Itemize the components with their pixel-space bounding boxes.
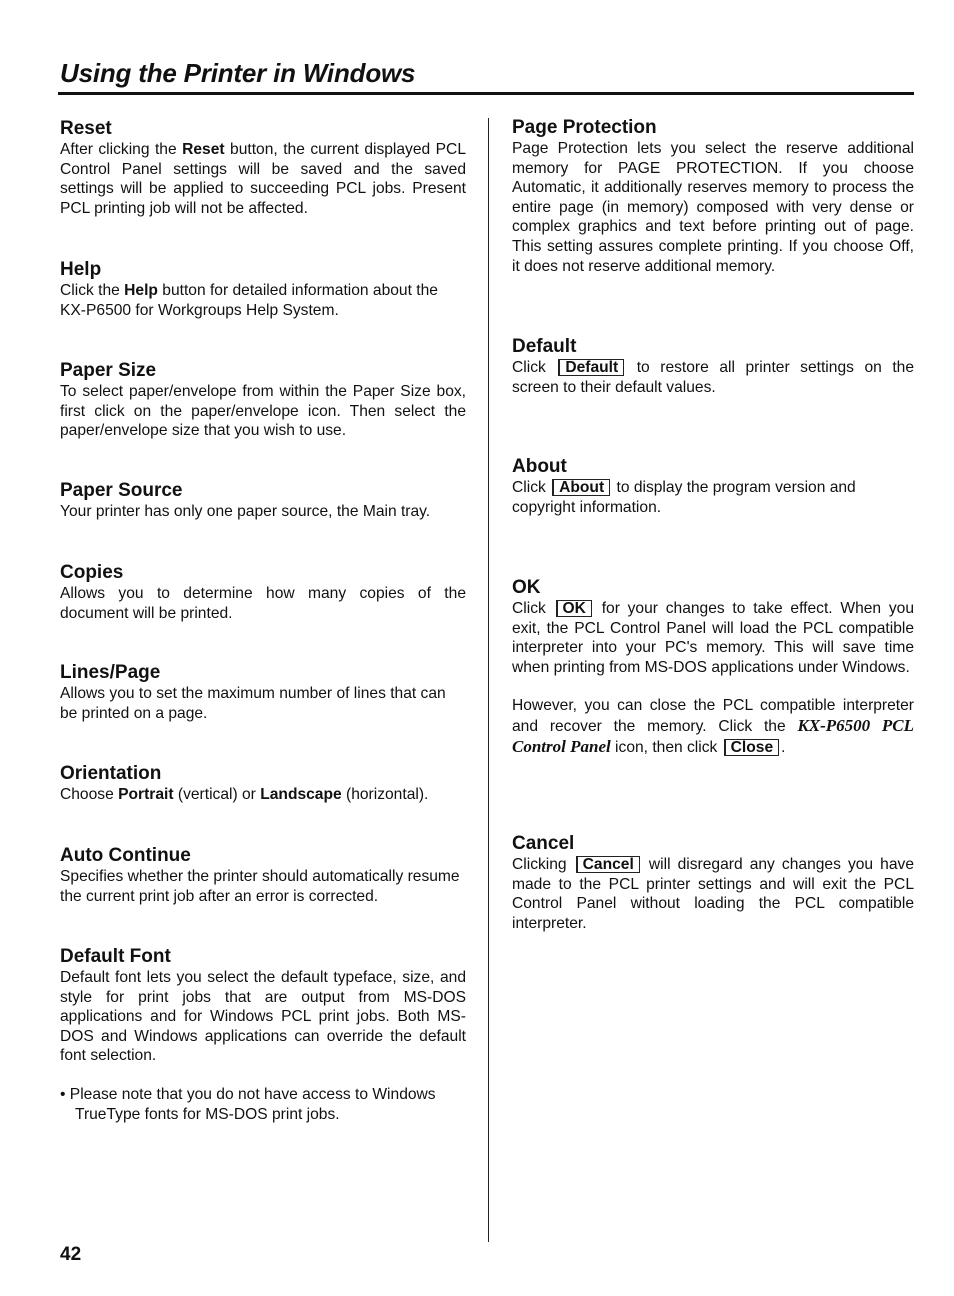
text: (horizontal).	[341, 786, 429, 803]
section-body: Allows you to determine how many copies …	[60, 585, 466, 622]
title-rule	[58, 92, 914, 95]
text: Clicking	[512, 856, 574, 873]
section-body: Page Protection lets you select the rese…	[512, 140, 914, 275]
text: (vertical) or	[173, 786, 261, 803]
section-reset: Reset After clicking the Reset button, t…	[60, 118, 466, 218]
text: Click	[512, 600, 554, 617]
section-heading: Paper Source	[60, 480, 183, 501]
section-heading: Default	[512, 336, 577, 357]
bullet-note: • Please note that you do not have acces…	[60, 1085, 436, 1123]
text: Click	[512, 479, 551, 496]
text: icon, then click	[610, 738, 722, 756]
section-default: Default Click Default to restore all pri…	[512, 336, 914, 397]
text: After clicking the	[60, 141, 183, 158]
section-orientation: Orientation Choose Portrait (vertical) o…	[60, 763, 466, 805]
section-paper-size: Paper Size To select paper/envelope from…	[60, 360, 466, 441]
ok-button: OK	[555, 600, 592, 617]
section-default-font: Default Font Default font lets you selec…	[60, 946, 466, 1124]
section-body: Clicking Cancel will disregard any chang…	[512, 855, 914, 933]
column-divider	[488, 118, 489, 1242]
section-heading: Orientation	[60, 763, 162, 784]
about-button: About	[552, 479, 611, 496]
section-heading: Page Protection	[512, 117, 657, 138]
section-heading: Reset	[60, 118, 112, 139]
text: Choose	[60, 786, 119, 803]
close-button: Close	[723, 738, 780, 756]
section-body: Choose Portrait (vertical) or Landscape …	[60, 785, 466, 805]
section-body-2: However, you can close the PCL compatibl…	[512, 696, 914, 757]
section-body: After clicking the Reset button, the cur…	[60, 140, 466, 218]
bold-term: Portrait	[118, 786, 174, 803]
section-heading: About	[512, 456, 567, 477]
section-help: Help Click the Help button for detailed …	[60, 259, 466, 320]
section-page-protection: Page Protection Page Protection lets you…	[512, 117, 914, 276]
text: .	[781, 738, 786, 756]
section-heading: Default Font	[60, 946, 171, 967]
section-body: Click About to display the program versi…	[512, 478, 914, 517]
section-body: Specifies whether the printer should aut…	[60, 868, 460, 905]
section-body: Your printer has only one paper source, …	[60, 503, 431, 520]
section-body: Click OK for your changes to take effect…	[512, 599, 914, 677]
bold-term: Landscape	[260, 786, 342, 803]
section-ok: OK Click OK for your changes to take eff…	[512, 577, 914, 757]
section-heading: Paper Size	[60, 360, 157, 381]
cancel-button: Cancel	[575, 856, 640, 873]
section-body: Default font lets you select the default…	[60, 969, 466, 1065]
section-heading: Copies	[60, 562, 124, 583]
section-about: About Click About to display the program…	[512, 456, 914, 517]
section-body: Click Default to restore all printer set…	[512, 358, 914, 397]
section-cancel: Cancel Clicking Cancel will disregard an…	[512, 833, 914, 933]
bold-term: Help	[124, 282, 158, 299]
default-button: Default	[558, 359, 625, 376]
section-lines-page: Lines/Page Allows you to set the maximum…	[60, 662, 466, 723]
section-heading: Cancel	[512, 833, 575, 854]
section-body: To select paper/envelope from within the…	[60, 383, 466, 440]
page-title: Using the Printer in Windows	[60, 58, 416, 88]
section-heading: OK	[512, 577, 541, 598]
section-heading: Help	[60, 259, 102, 280]
text: Click	[512, 359, 557, 376]
bold-term: Reset	[182, 141, 225, 158]
section-body: Allows you to set the maximum number of …	[60, 685, 446, 722]
section-copies: Copies Allows you to determine how many …	[60, 562, 466, 623]
page-number: 42	[60, 1244, 82, 1265]
section-heading: Auto Continue	[60, 845, 191, 866]
text: Click the	[60, 282, 125, 299]
section-heading: Lines/Page	[60, 662, 161, 683]
section-paper-source: Paper Source Your printer has only one p…	[60, 480, 466, 522]
section-auto-continue: Auto Continue Specifies whether the prin…	[60, 845, 466, 906]
section-body: Click the Help button for detailed infor…	[60, 281, 466, 320]
